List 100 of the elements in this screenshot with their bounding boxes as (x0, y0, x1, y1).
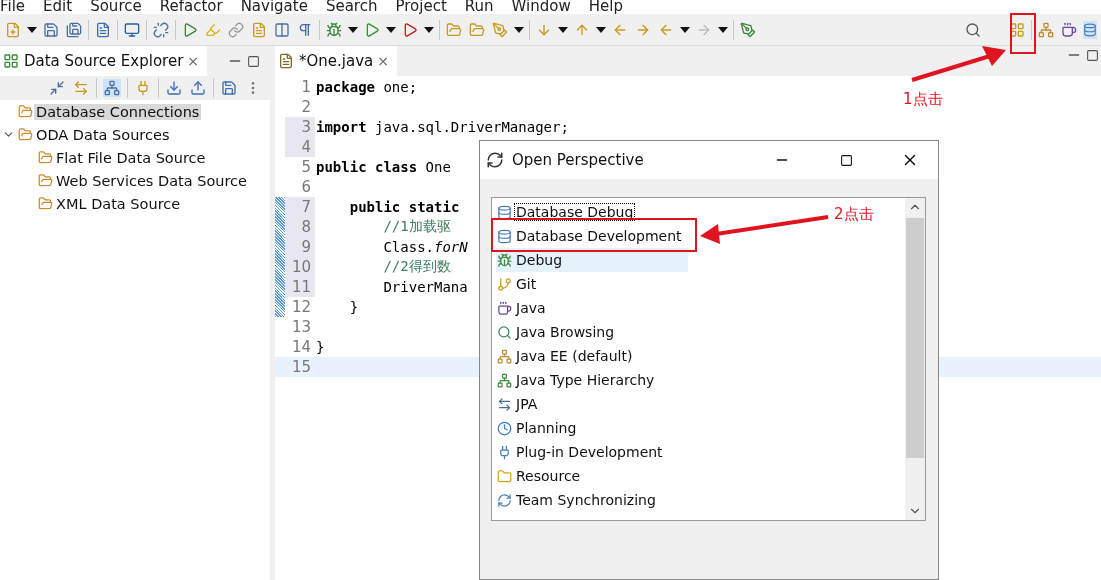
menu-item[interactable]: Window (511, 0, 571, 14)
database-icon (496, 227, 512, 245)
code-comment: //1加载驱 (382, 218, 451, 236)
list-item[interactable]: Java Browsing (496, 320, 688, 344)
list-item[interactable]: Planning (496, 416, 688, 440)
tree-item[interactable]: Web Services Data Source (54, 172, 249, 189)
link-icon[interactable] (72, 79, 90, 97)
grid-icon[interactable] (2, 52, 20, 70)
sync-icon (496, 491, 512, 509)
hierarchy-icon (496, 347, 512, 365)
code-line: public static (348, 199, 460, 215)
pen-icon[interactable] (739, 20, 757, 39)
view-title[interactable]: Data Source Explorer (24, 52, 184, 70)
tree-icon[interactable] (103, 79, 121, 97)
hierarchy-icon[interactable] (1037, 20, 1055, 39)
save-all-icon[interactable] (65, 20, 83, 39)
tree-item[interactable]: ODA Data Sources (34, 126, 172, 143)
line-number: 5 (300, 157, 312, 177)
cup-icon (496, 299, 512, 317)
folder-icon (496, 467, 512, 485)
line-number: 3 (285, 117, 315, 137)
highlight-frame (1010, 13, 1036, 54)
annotation-text: 2点击 (834, 205, 874, 224)
menu-item[interactable]: Navigate (240, 0, 308, 14)
list-item[interactable]: Java EE (default) (496, 344, 688, 368)
close-button[interactable]: × (187, 53, 200, 69)
line-number: 1 (300, 77, 312, 97)
line-number: 9 (285, 237, 315, 257)
list-item[interactable]: Plug-in Development (496, 440, 688, 464)
folder-icon[interactable] (445, 20, 463, 39)
code-line: DriverMana (382, 279, 468, 295)
document-icon[interactable] (94, 20, 112, 39)
java-file-icon[interactable] (277, 52, 295, 70)
line-number: 8 (285, 217, 315, 237)
export-icon[interactable] (189, 79, 207, 97)
branch-icon (496, 275, 512, 293)
code-line: import java.sql.DriverManager; (315, 119, 569, 135)
list-item[interactable]: Java (496, 296, 688, 320)
list-item[interactable]: Debug (496, 248, 688, 272)
line-number: 6 (300, 177, 312, 197)
hierarchy-icon (496, 371, 512, 389)
document-icon[interactable] (250, 20, 268, 39)
monitor-icon[interactable] (123, 20, 141, 39)
link-icon[interactable] (227, 20, 245, 39)
bug-icon[interactable] (325, 20, 343, 39)
menu-item[interactable]: Project (395, 0, 447, 14)
unlink-icon[interactable] (152, 20, 170, 39)
code-line: package one; (315, 79, 418, 95)
annotation-text: 1点击 (903, 90, 943, 109)
cup-icon[interactable] (1060, 20, 1078, 39)
line-number: 11 (285, 277, 315, 297)
code-line: Class.forN (382, 239, 468, 255)
collapse-icon[interactable] (48, 79, 66, 97)
line-number: 10 (285, 257, 315, 277)
list-item[interactable]: Team Synchronizing (496, 488, 688, 512)
code-comment: //2得到数 (382, 258, 451, 276)
list-item[interactable]: Resource (496, 464, 688, 488)
line-number: 15 (290, 357, 312, 377)
save-icon[interactable] (220, 79, 238, 97)
line-number: 14 (290, 337, 312, 357)
tree-item[interactable]: XML Data Source (54, 195, 183, 212)
pen-icon[interactable] (491, 20, 509, 39)
menu-item[interactable]: Refactor (159, 0, 223, 14)
line-number: 12 (290, 297, 312, 317)
menu-item[interactable]: Search (325, 0, 378, 14)
folder-icon[interactable] (468, 20, 486, 39)
list-item[interactable]: JPA (496, 392, 688, 416)
magnifier-icon (496, 323, 512, 341)
code-line: public class One (315, 159, 451, 175)
close-button[interactable]: × (377, 53, 389, 69)
search-icon[interactable] (964, 20, 982, 39)
line-number: 4 (285, 137, 315, 157)
list-item[interactable]: Git (496, 272, 688, 296)
tree-item[interactable]: Database Connections (34, 103, 202, 120)
menu-item[interactable]: Edit (43, 0, 73, 14)
menu-item[interactable]: Help (588, 0, 623, 14)
database-icon (496, 203, 512, 221)
menu-item[interactable]: Source (90, 0, 142, 14)
line-number: 7 (285, 197, 315, 217)
menu-item[interactable]: File (0, 0, 26, 14)
database-icon[interactable] (1083, 20, 1097, 39)
tree-item[interactable]: Flat File Data Source (54, 149, 208, 166)
menu-item[interactable]: Run (464, 0, 494, 14)
double-arrow-icon (496, 395, 512, 413)
line-number: 13 (290, 317, 312, 337)
bug-icon (496, 251, 512, 269)
scrollbar[interactable] (905, 198, 925, 520)
new-file-icon[interactable] (4, 20, 22, 39)
code-line: } (315, 339, 325, 355)
save-icon[interactable] (42, 20, 60, 39)
columns-icon[interactable] (273, 20, 291, 39)
list-item[interactable]: Database Development (496, 224, 688, 248)
import-icon[interactable] (165, 79, 183, 97)
list-item[interactable]: Database Debug (496, 200, 688, 224)
list-item[interactable]: Java Type Hierarchy (496, 368, 688, 392)
dialog-title: Open Perspective (512, 151, 645, 169)
editor-tab[interactable]: *One.java (299, 52, 374, 70)
clock-icon (496, 419, 512, 437)
line-number: 2 (300, 97, 312, 117)
code-line: } (348, 299, 359, 315)
